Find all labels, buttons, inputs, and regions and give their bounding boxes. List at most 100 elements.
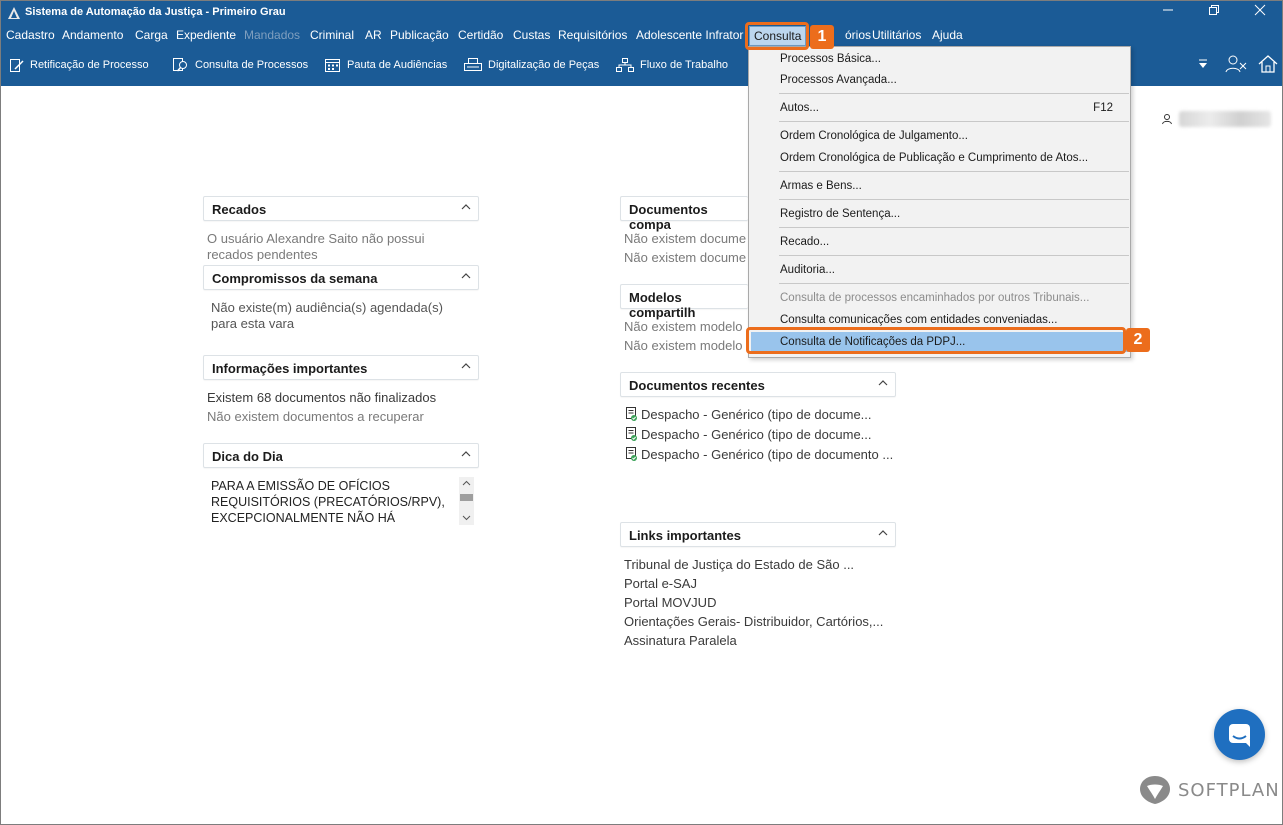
recent-document-label: Despacho - Genérico (tipo de docume... <box>641 406 872 422</box>
menu-ar[interactable]: AR <box>365 28 382 42</box>
menu-separator <box>779 199 1129 200</box>
toolbar-fluxo-trabalho[interactable]: Fluxo de Trabalho <box>615 54 728 76</box>
callout-2-highlight <box>746 327 1126 354</box>
menu-item-label: Auditoria... <box>780 264 835 276</box>
menu-processos-basica[interactable]: Processos Básica... <box>749 49 1130 69</box>
menu-carga[interactable]: Carga <box>135 28 168 42</box>
softplan-logo-icon <box>1140 776 1170 804</box>
informacoes-line: Não existem documentos a recuperar <box>207 409 424 424</box>
menu-ordem-cronologica-julgamento[interactable]: Ordem Cronológica de Julgamento... <box>749 126 1130 146</box>
toolbar-label: Consulta de Processos <box>195 59 309 71</box>
menu-utilitarios[interactable]: Utilitários <box>872 28 921 42</box>
minimize-icon[interactable] <box>1145 1 1191 23</box>
toolbar-digitalizacao-pecas[interactable]: Digitalização de Peças <box>463 54 599 76</box>
menu-separator <box>779 255 1129 256</box>
toolbar-label: Pauta de Audiências <box>347 59 448 71</box>
link-item[interactable]: Assinatura Paralela <box>624 633 737 648</box>
menu-armas-bens[interactable]: Armas e Bens... <box>749 176 1130 196</box>
app-window: Sistema de Automação da Justiça - Primei… <box>0 0 1283 825</box>
recados-line: recados pendentes <box>207 247 318 261</box>
menu-andamento[interactable]: Andamento <box>62 28 123 42</box>
link-item[interactable]: Tribunal de Justiça do Estado de São ... <box>624 557 854 572</box>
menu-publicacao[interactable]: Publicação <box>390 28 449 42</box>
panel-recentes-header[interactable]: Documentos recentes <box>620 372 896 397</box>
menu-cadastro[interactable]: Cadastro <box>6 28 55 42</box>
menu-item-label: Ordem Cronológica de Julgamento... <box>780 130 968 142</box>
home-icon[interactable] <box>1257 54 1279 77</box>
menu-autos[interactable]: Autos... F12 <box>749 98 1130 118</box>
menu-registro-sentenca[interactable]: Registro de Sentença... <box>749 204 1130 224</box>
menu-item-label: Consulta comunicações com entidades conv… <box>780 314 1058 326</box>
modelos-line: Não existem modelo <box>624 319 743 334</box>
recent-document-item[interactable]: Despacho - Genérico (tipo de docume... <box>625 426 872 442</box>
user-icon <box>1162 114 1172 125</box>
callout-2-badge: 2 <box>1126 328 1150 352</box>
menu-expediente[interactable]: Expediente <box>176 28 236 42</box>
menu-separator <box>779 283 1129 284</box>
modelos-line: Não existem modelo <box>624 338 743 353</box>
window-title: Sistema de Automação da Justiça - Primei… <box>25 6 286 18</box>
tip-text: PARA A EMISSÃO DE OFÍCIOS REQUISITÓRIOS … <box>211 479 445 525</box>
chevron-up-icon[interactable] <box>460 270 472 282</box>
panel-title: Recados <box>212 202 267 217</box>
panel-docs-compartilhados-header[interactable]: Documentos compa <box>620 196 748 232</box>
menu-auditoria[interactable]: Auditoria... <box>749 260 1130 280</box>
title-bar: Sistema de Automação da Justiça - Primei… <box>1 1 1282 25</box>
compromissos-line: para esta vara <box>211 316 295 331</box>
panel-title: Dica do Dia <box>212 449 283 464</box>
menu-shortcut: F12 <box>1093 102 1113 114</box>
signed-document-icon <box>626 407 637 421</box>
close-icon[interactable] <box>1237 1 1283 23</box>
menu-criminal[interactable]: Criminal <box>310 28 354 42</box>
chevron-up-icon[interactable] <box>460 201 472 213</box>
informacoes-link[interactable]: Existem 68 documentos não finalizados <box>207 390 436 405</box>
menu-certidao[interactable]: Certidão <box>458 28 503 42</box>
restore-icon[interactable] <box>1191 1 1237 23</box>
panel-links-header[interactable]: Links importantes <box>620 522 896 547</box>
panel-title: Modelos compartilh <box>629 290 696 320</box>
menu-processos-avancada[interactable]: Processos Avançada... <box>749 70 1130 90</box>
menu-ajuda[interactable]: Ajuda <box>932 28 963 42</box>
signed-document-icon <box>626 447 637 461</box>
toolbar-label: Retificação de Processo <box>30 59 149 71</box>
panel-informacoes-header[interactable]: Informações importantes <box>203 355 479 380</box>
toolbar-consulta-processos[interactable]: Consulta de Processos <box>172 54 308 76</box>
chevron-up-icon[interactable] <box>460 360 472 372</box>
link-item[interactable]: Orientações Gerais- Distribuidor, Cartór… <box>624 614 883 629</box>
menu-recado[interactable]: Recado... <box>749 232 1130 252</box>
chevron-up-icon[interactable] <box>460 448 472 460</box>
recent-document-item[interactable]: Despacho - Genérico (tipo de documento .… <box>625 446 893 462</box>
panel-title: Links importantes <box>629 528 741 543</box>
toolbar-retificacao-processo[interactable]: Retificação de Processo <box>9 54 149 76</box>
menu-mandados: Mandados <box>244 28 301 42</box>
consulta-menu: Processos Básica... Processos Avançada..… <box>748 46 1131 358</box>
menu-adolescente-infrator[interactable]: Adolescente Infrator <box>636 28 743 42</box>
link-item[interactable]: Portal MOVJUD <box>624 595 716 610</box>
panel-dica-header[interactable]: Dica do Dia <box>203 443 479 468</box>
panel-modelos-header[interactable]: Modelos compartilh <box>620 284 748 320</box>
menu-requisitorios[interactable]: Requisitórios <box>558 28 627 42</box>
users-icon[interactable] <box>1225 54 1247 77</box>
menu-item-label: Processos Avançada... <box>780 74 897 86</box>
link-item[interactable]: Portal e-SAJ <box>624 576 697 591</box>
menu-custas[interactable]: Custas <box>513 28 550 42</box>
tip-scrollbar[interactable] <box>459 477 474 525</box>
chat-button[interactable] <box>1214 709 1265 760</box>
softplan-brand: SOFTPLAN <box>1138 774 1280 806</box>
dropdown-arrow-icon[interactable] <box>1197 58 1209 73</box>
chat-icon <box>1229 724 1250 747</box>
chevron-up-icon[interactable] <box>877 377 889 389</box>
panel-recados-header[interactable]: Recados <box>203 196 479 221</box>
recent-document-item[interactable]: Despacho - Genérico (tipo de docume... <box>625 406 872 422</box>
chevron-up-icon[interactable] <box>877 527 889 539</box>
calendar-icon <box>325 59 340 72</box>
scanner-icon <box>464 58 482 71</box>
menu-item-label: Ordem Cronológica de Publicação e Cumpri… <box>780 152 1089 164</box>
menu-item-label: Registro de Sentença... <box>780 208 901 220</box>
panel-compromissos-header[interactable]: Compromissos da semana <box>203 265 479 290</box>
menu-ordem-cronologica-publicacao[interactable]: Ordem Cronológica de Publicação e Cumpri… <box>749 148 1130 168</box>
menu-relatorios[interactable]: órios <box>845 28 871 42</box>
menu-separator <box>779 171 1129 172</box>
toolbar-pauta-audiencias[interactable]: Pauta de Audiências <box>324 54 447 76</box>
docs-compartilhados-line: Não existem docume <box>624 231 747 246</box>
